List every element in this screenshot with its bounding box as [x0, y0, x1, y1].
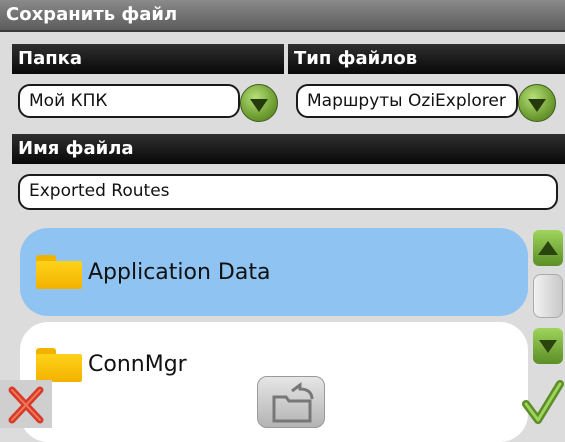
ok-button[interactable]: [520, 378, 565, 428]
folder-dropdown-button[interactable]: [240, 84, 278, 122]
list-item-label: Application Data: [88, 259, 271, 285]
scrollbar[interactable]: [530, 222, 565, 382]
file-name-input[interactable]: Exported Routes: [18, 174, 558, 210]
new-folder-icon: [272, 382, 314, 423]
file-type-field[interactable]: Маршруты OziExplorer: [296, 84, 518, 118]
checkmark-icon: [522, 380, 564, 424]
file-name-header: Имя файла: [12, 134, 565, 164]
chevron-down-icon: [528, 98, 546, 112]
file-type-dropdown-button[interactable]: [518, 84, 556, 122]
arrow-up-icon: [538, 241, 558, 255]
chevron-down-icon: [250, 98, 268, 112]
scroll-down-button[interactable]: [533, 328, 563, 364]
folder-icon: [36, 255, 82, 289]
window-title: Сохранить файл: [0, 0, 565, 32]
close-x-icon: [8, 386, 44, 424]
file-type-header: Тип файлов: [288, 44, 565, 74]
folder-header: Папка: [12, 44, 284, 74]
scroll-up-button[interactable]: [533, 230, 563, 266]
list-item[interactable]: Application Data: [20, 228, 528, 316]
scroll-thumb[interactable]: [533, 274, 563, 318]
cancel-button[interactable]: [0, 380, 52, 428]
arrow-down-icon: [539, 339, 557, 353]
folder-icon: [36, 348, 82, 382]
new-folder-button[interactable]: [257, 376, 325, 428]
folder-field[interactable]: Мой КПК: [18, 84, 240, 118]
list-item-label: ConnMgr: [88, 352, 187, 377]
